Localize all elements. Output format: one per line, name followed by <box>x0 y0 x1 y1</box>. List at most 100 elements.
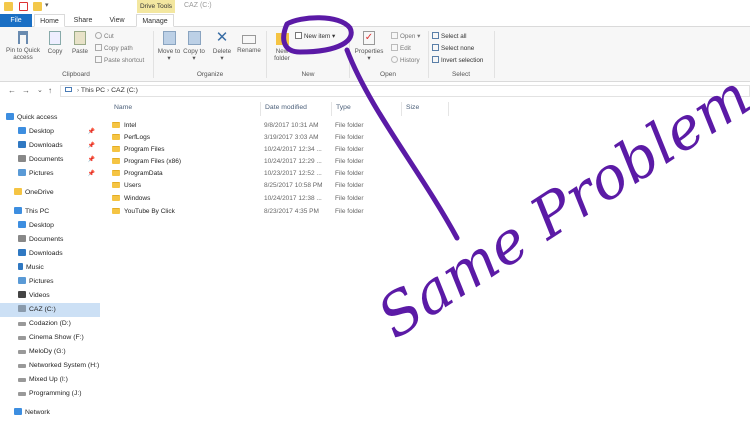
recent-locations-icon[interactable]: ⌄ <box>37 86 43 94</box>
folder-icon[interactable] <box>4 2 13 11</box>
nav-pc-melody-drive[interactable]: MeloDy (G:) <box>0 345 100 359</box>
nav-this-pc[interactable]: This PC <box>0 205 100 219</box>
new-item-button[interactable]: New item ▾ <box>295 32 335 42</box>
folder-icon <box>112 170 120 176</box>
paste-shortcut-icon <box>95 56 102 63</box>
table-row[interactable]: Users 8/25/2017 10:58 PM File folder <box>112 180 422 192</box>
column-divider[interactable] <box>401 102 402 116</box>
properties-check-icon: ✓ <box>363 31 375 45</box>
table-row[interactable]: Windows 10/24/2017 12:38 ... File folder <box>112 193 422 205</box>
table-row[interactable]: YouTube By Click 8/23/2017 4:35 PM File fo… <box>112 206 422 218</box>
select-all-icon <box>432 32 439 39</box>
file-date: 10/24/2017 12:34 ... <box>264 146 322 153</box>
breadcrumb-this-pc[interactable]: This PC <box>81 87 105 94</box>
nav-pc-codazion-drive-label: Codazion (D:) <box>29 320 71 327</box>
nav-pc-programming-drive[interactable]: Programming (J:) <box>0 387 100 401</box>
column-header-name[interactable]: Name <box>114 104 132 111</box>
rename-label: Rename <box>237 47 261 54</box>
nav-pc-desktop[interactable]: Desktop <box>0 219 100 233</box>
nav-quick-access[interactable]: Quick access <box>0 111 100 125</box>
select-none-button[interactable]: Select none <box>432 44 474 54</box>
nav-quick-downloads[interactable]: Downloads 📌 <box>0 139 100 153</box>
nav-onedrive[interactable]: OneDrive <box>0 186 100 200</box>
edit-button[interactable]: Edit <box>391 44 411 54</box>
select-all-button[interactable]: Select all <box>432 32 467 42</box>
drive-icon <box>18 350 26 354</box>
column-divider[interactable] <box>331 102 332 116</box>
new-folder-icon[interactable] <box>33 2 42 11</box>
cut-button[interactable]: Cut <box>95 32 114 42</box>
nav-pc-cinema-drive[interactable]: Cinema Show (F:) <box>0 331 100 345</box>
table-row[interactable]: Intel 9/8/2017 10:31 AM File folder <box>112 120 422 132</box>
nav-network[interactable]: Network <box>0 406 100 420</box>
file-name-text: Program Files (x86) <box>124 158 182 165</box>
nav-pc-mixed-up-drive[interactable]: Mixed Up (I:) <box>0 373 100 387</box>
move-to-button[interactable]: Move to ▾ <box>157 31 181 62</box>
network-icon <box>14 408 22 415</box>
rename-button[interactable]: Rename <box>236 31 262 54</box>
select-none-label: Select none <box>441 45 475 52</box>
properties-icon[interactable] <box>19 2 28 11</box>
nav-pc-melody-drive-label: MeloDy (G:) <box>29 348 66 355</box>
nav-pc-caz-drive[interactable]: CAZ (C:) <box>0 303 100 317</box>
column-header-type[interactable]: Type <box>336 104 351 111</box>
column-header-date[interactable]: Date modified <box>265 104 307 111</box>
drive-icon <box>18 364 26 368</box>
file-type: File folder <box>335 195 364 202</box>
column-header-size[interactable]: Size <box>406 104 419 111</box>
downloads-icon <box>18 141 26 148</box>
copy-to-button[interactable]: Copy to ▾ <box>182 31 206 62</box>
group-divider <box>153 31 154 78</box>
up-arrow-icon[interactable]: ↑ <box>48 86 52 95</box>
properties-button[interactable]: ✓ Properties ▾ <box>352 31 386 62</box>
new-folder-button[interactable]: New folder <box>270 31 294 62</box>
file-date: 3/19/2017 3:03 AM <box>264 134 319 141</box>
table-row[interactable]: ProgramData 10/23/2017 12:52 ... File fold… <box>112 168 422 180</box>
nav-pc-music[interactable]: Music <box>0 261 100 275</box>
history-button[interactable]: History <box>391 56 420 66</box>
open-button[interactable]: Open ▾ <box>391 32 420 42</box>
forward-arrow-icon[interactable]: → <box>22 86 30 95</box>
copy-path-button[interactable]: Copy path <box>95 44 133 54</box>
pin-icon: 📌 <box>87 157 95 163</box>
table-row[interactable]: PerfLogs 3/19/2017 3:03 AM File folder <box>112 132 422 144</box>
table-row[interactable]: Program Files (x86) 10/24/2017 12:29 ... F… <box>112 156 422 168</box>
delete-button[interactable]: ✕ Delete ▾ <box>209 30 235 62</box>
group-divider <box>349 31 350 78</box>
file-name-text: Program Files <box>124 146 165 153</box>
column-divider[interactable] <box>260 102 261 116</box>
tab-view[interactable]: View <box>100 14 134 27</box>
select-group-label: Select <box>451 71 471 78</box>
nav-pc-codazion-drive[interactable]: Codazion (D:) <box>0 317 100 331</box>
nav-pc-documents[interactable]: Documents <box>0 233 100 247</box>
address-bar[interactable]: › This PC › CAZ (C:) <box>60 85 750 97</box>
column-divider[interactable] <box>448 102 449 116</box>
nav-quick-pictures[interactable]: Pictures 📌 <box>0 167 100 181</box>
nav-quick-desktop[interactable]: Desktop 📌 <box>0 125 100 139</box>
invert-selection-button[interactable]: Invert selection <box>432 56 483 66</box>
back-arrow-icon[interactable]: ← <box>8 86 16 95</box>
nav-pc-networked-drive[interactable]: Networked System (H:) <box>0 359 100 373</box>
table-row[interactable]: Program Files 10/24/2017 12:34 ... File fo… <box>112 144 422 156</box>
move-to-icon <box>162 31 176 45</box>
nav-pc-downloads[interactable]: Downloads <box>0 247 100 261</box>
new-item-dropdown-icon: ▾ <box>332 33 336 40</box>
nav-quick-documents[interactable]: Documents 📌 <box>0 153 100 167</box>
tab-share[interactable]: Share <box>66 14 100 27</box>
nav-quick-pictures-label: Pictures <box>29 170 54 177</box>
customize-qat-icon[interactable]: ▾ <box>45 1 49 9</box>
paste-shortcut-button[interactable]: Paste shortcut <box>95 56 144 66</box>
nav-pc-videos[interactable]: Videos <box>0 289 100 303</box>
tab-manage[interactable]: Manage <box>136 14 174 27</box>
tab-home[interactable]: Home <box>34 14 65 27</box>
nav-pc-pictures[interactable]: Pictures <box>0 275 100 289</box>
pin-quick-access-button[interactable]: Pin to Quick access <box>3 31 43 61</box>
group-divider <box>428 31 429 78</box>
tab-file[interactable]: File <box>0 14 32 27</box>
copy-button[interactable]: Copy <box>44 31 66 55</box>
paste-button[interactable]: Paste <box>68 31 92 55</box>
delete-dropdown-icon: ▾ <box>220 55 224 62</box>
breadcrumb-caz[interactable]: CAZ (C:) <box>111 87 138 94</box>
open-icon <box>391 32 398 39</box>
file-date: 10/24/2017 12:38 ... <box>264 195 322 202</box>
